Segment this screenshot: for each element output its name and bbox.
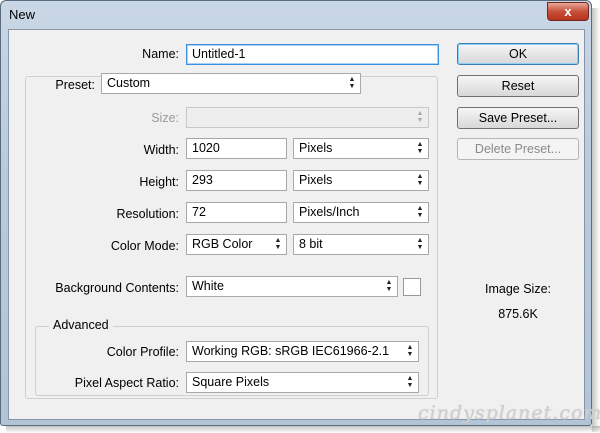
background-contents-label: Background Contents:: [55, 281, 179, 295]
select-arrows-icon: ▲ ▼: [416, 205, 424, 219]
reset-button[interactable]: Reset: [457, 75, 579, 97]
color-profile-value: Working RGB: sRGB IEC61966-2.1: [192, 344, 390, 358]
height-unit-value: Pixels: [299, 173, 333, 187]
background-contents-value: White: [192, 279, 224, 293]
color-mode-value: RGB Color: [192, 237, 253, 251]
background-contents-select[interactable]: White ▲ ▼: [186, 276, 398, 297]
resolution-unit-value: Pixels/Inch: [299, 205, 360, 219]
height-unit-select[interactable]: Pixels ▲ ▼: [293, 170, 429, 191]
pixel-aspect-ratio-value: Square Pixels: [192, 375, 270, 389]
pixel-aspect-ratio-label: Pixel Aspect Ratio:: [74, 376, 179, 390]
watermark: cindysplanet.com: [418, 402, 600, 424]
preset-label: Preset:: [49, 78, 95, 92]
select-arrows-icon: ▲ ▼: [416, 173, 424, 187]
image-size-value: 875.6K: [498, 307, 538, 321]
image-size-label: Image Size:: [484, 282, 551, 296]
size-select[interactable]: ▲ ▼: [186, 107, 429, 128]
name-label: Name:: [142, 47, 179, 61]
color-profile-label: Color Profile:: [106, 345, 179, 359]
resolution-label: Resolution:: [116, 207, 179, 221]
resolution-unit-select[interactable]: Pixels/Inch ▲ ▼: [293, 202, 429, 223]
window-shadow-bottom: [6, 426, 600, 433]
width-unit-select[interactable]: Pixels ▲ ▼: [293, 138, 429, 159]
preset-select-value: Custom: [107, 76, 151, 90]
select-arrows-icon: ▲ ▼: [385, 279, 393, 293]
dialog-body: Name: Untitled-1 Preset: Custom ▲ ▼ Size:…: [8, 29, 585, 420]
select-arrows-icon: ▲ ▼: [416, 141, 424, 155]
select-arrows-icon: ▲ ▼: [416, 237, 424, 251]
select-arrows-icon: ▲ ▼: [348, 76, 356, 90]
pixel-aspect-ratio-select[interactable]: Square Pixels ▲ ▼: [186, 372, 419, 393]
close-button[interactable]: x: [547, 2, 589, 21]
ok-button[interactable]: OK: [457, 43, 579, 65]
color-mode-label: Color Mode:: [110, 239, 179, 253]
size-label: Size:: [151, 111, 179, 125]
background-color-swatch[interactable]: [403, 278, 421, 296]
width-unit-value: Pixels: [299, 141, 333, 155]
width-input[interactable]: 1020: [186, 138, 287, 159]
height-label: Height:: [139, 175, 179, 189]
resolution-input[interactable]: 72: [186, 202, 287, 223]
dialog-title: New: [9, 7, 36, 22]
color-profile-select[interactable]: Working RGB: sRGB IEC61966-2.1 ▲ ▼: [186, 341, 419, 362]
bit-depth-value: 8 bit: [299, 237, 323, 251]
advanced-group-title: Advanced: [49, 318, 113, 332]
new-document-dialog: New x Name: Untitled-1 Preset: Custom ▲ ▼…: [0, 0, 592, 426]
delete-preset-button[interactable]: Delete Preset...: [457, 138, 579, 160]
width-label: Width:: [143, 143, 179, 157]
close-icon: x: [564, 4, 572, 19]
select-arrows-icon: ▲ ▼: [274, 237, 282, 251]
color-mode-select[interactable]: RGB Color ▲ ▼: [186, 234, 287, 255]
window-shadow-right: [592, 8, 600, 432]
bit-depth-select[interactable]: 8 bit ▲ ▼: [293, 234, 429, 255]
save-preset-button[interactable]: Save Preset...: [457, 107, 579, 129]
select-arrows-icon: ▲ ▼: [406, 375, 414, 389]
height-input[interactable]: 293: [186, 170, 287, 191]
select-arrows-icon: ▲ ▼: [416, 110, 424, 124]
preset-select[interactable]: Custom ▲ ▼: [101, 73, 361, 94]
select-arrows-icon: ▲ ▼: [406, 344, 414, 358]
name-input[interactable]: Untitled-1: [186, 44, 439, 65]
